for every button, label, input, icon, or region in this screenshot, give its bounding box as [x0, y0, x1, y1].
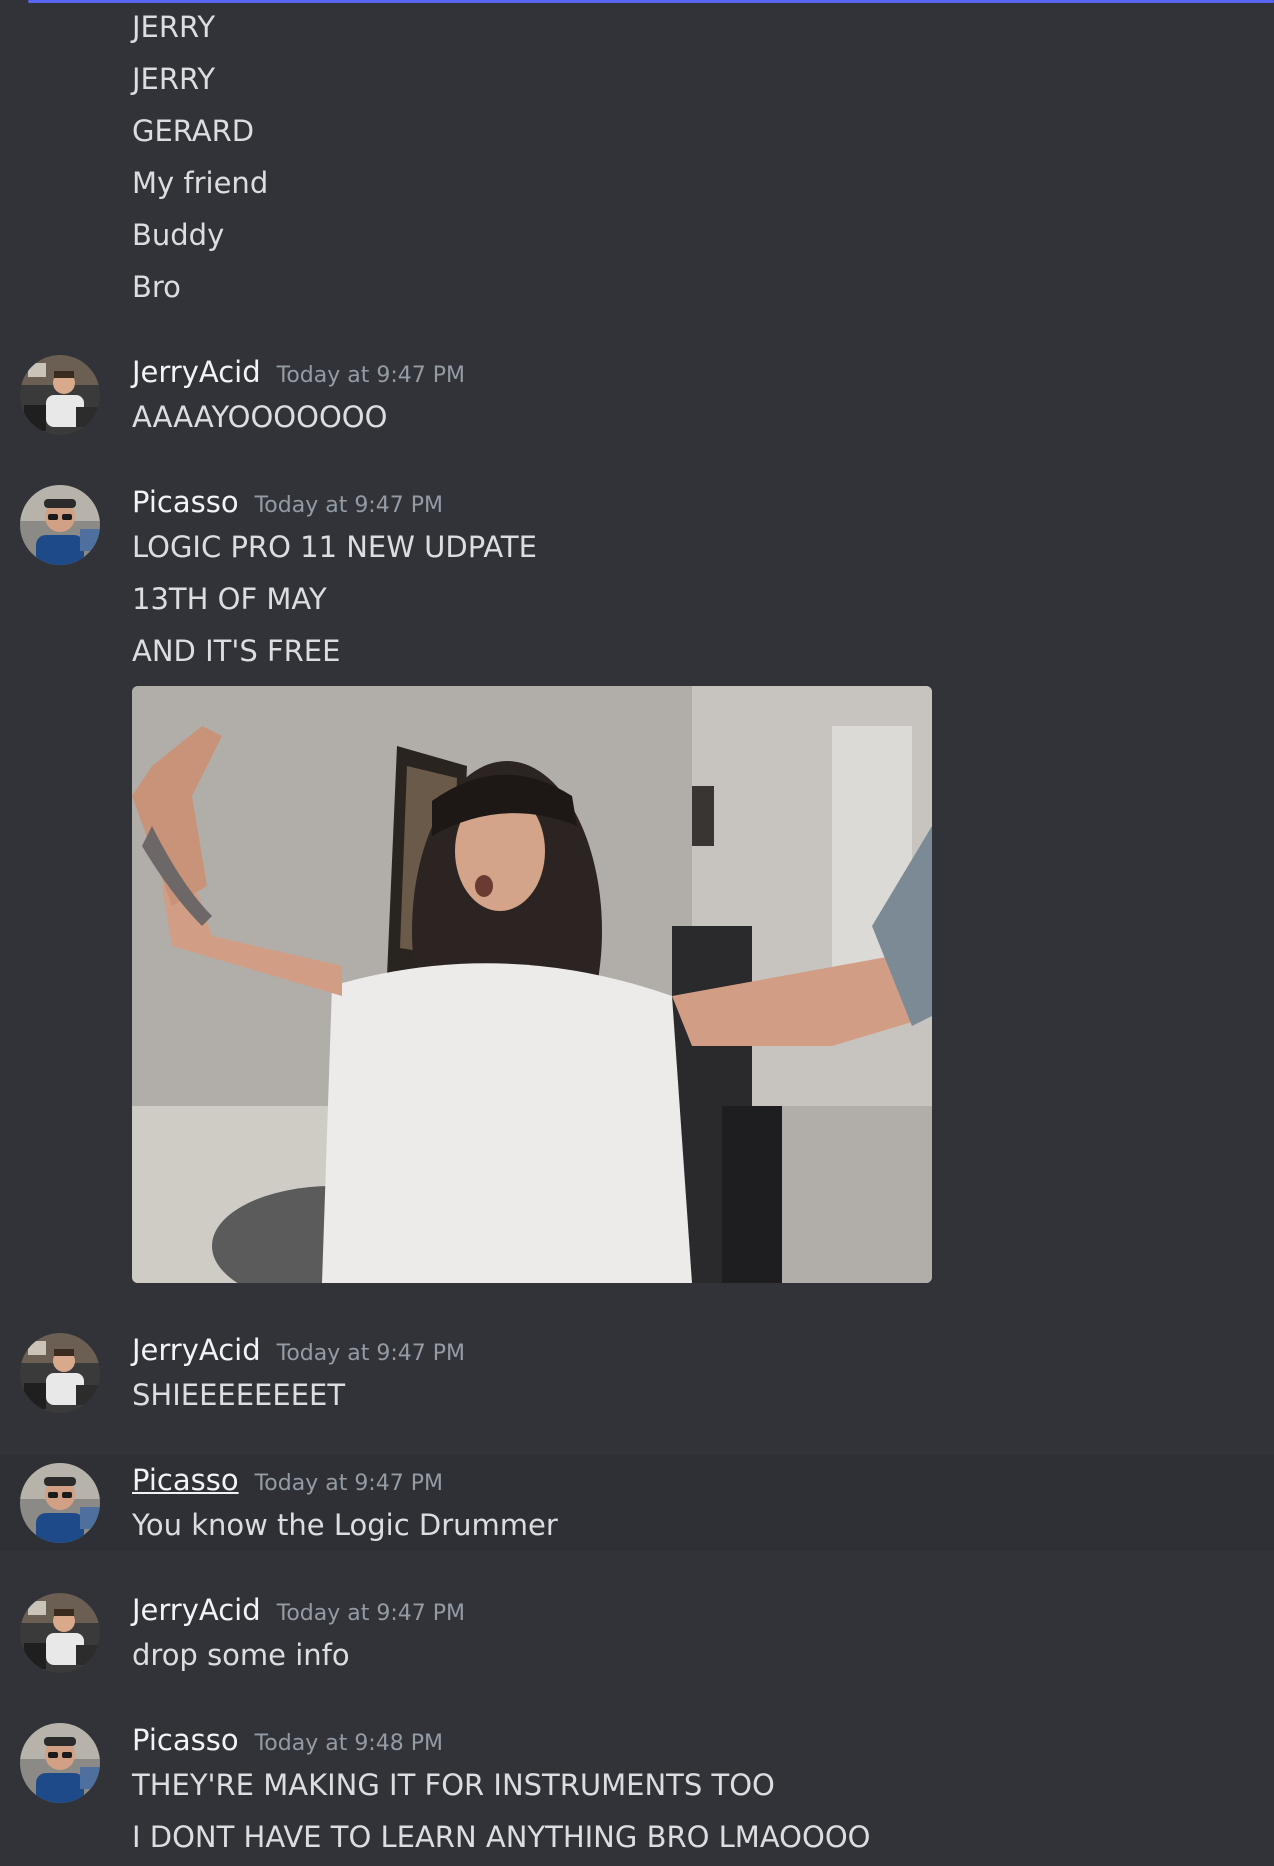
- avatar-jerryacid[interactable]: [20, 1333, 100, 1413]
- username[interactable]: JerryAcid: [132, 355, 261, 389]
- message-line: My friend: [132, 166, 269, 200]
- avatar-jerryacid[interactable]: [20, 355, 100, 435]
- username[interactable]: JerryAcid: [132, 1333, 261, 1367]
- message-line: Buddy: [132, 218, 225, 252]
- message-line: 13TH OF MAY: [132, 582, 327, 616]
- message-line: You know the Logic Drummer: [132, 1508, 558, 1542]
- gif-attachment[interactable]: [132, 686, 932, 1283]
- timestamp[interactable]: Today at 9:47 PM: [277, 1601, 465, 1626]
- avatar-picasso[interactable]: [20, 1463, 100, 1543]
- message-line: AAAAYOOOOOOO: [132, 400, 388, 434]
- message-line: LOGIC PRO 11 NEW UDPATE: [132, 530, 537, 564]
- avatar-picasso[interactable]: [20, 1723, 100, 1803]
- message-line: I DONT HAVE TO LEARN ANYTHING BRO LMAOOO…: [132, 1820, 871, 1854]
- timestamp[interactable]: Today at 9:48 PM: [255, 1731, 443, 1756]
- message-header: JerryAcid Today at 9:47 PM: [132, 1333, 465, 1371]
- timestamp[interactable]: Today at 9:47 PM: [277, 363, 465, 388]
- username[interactable]: Picasso: [132, 1463, 239, 1497]
- message-line: JERRY: [132, 10, 216, 44]
- username[interactable]: Picasso: [132, 1723, 239, 1757]
- message-header: Picasso Today at 9:48 PM: [132, 1723, 443, 1761]
- message-line: SHIEEEEEEEET: [132, 1378, 346, 1412]
- message-line: JERRY: [132, 62, 216, 96]
- message-line: AND IT'S FREE: [132, 634, 341, 668]
- message-header: Picasso Today at 9:47 PM: [132, 485, 443, 523]
- message-header: JerryAcid Today at 9:47 PM: [132, 355, 465, 393]
- username[interactable]: Picasso: [132, 485, 239, 519]
- timestamp[interactable]: Today at 9:47 PM: [277, 1341, 465, 1366]
- message-line: Bro: [132, 270, 181, 304]
- message-header: Picasso Today at 9:47 PM: [132, 1463, 443, 1501]
- message-line: THEY'RE MAKING IT FOR INSTRUMENTS TOO: [132, 1768, 775, 1802]
- message-line: drop some info: [132, 1638, 350, 1672]
- timestamp[interactable]: Today at 9:47 PM: [255, 1471, 443, 1496]
- chat-messages: JERRY JERRY GERARD My friend Buddy Bro J…: [0, 0, 1274, 1866]
- username[interactable]: JerryAcid: [132, 1593, 261, 1627]
- message-line: GERARD: [132, 114, 255, 148]
- avatar-jerryacid[interactable]: [20, 1593, 100, 1673]
- message-header: JerryAcid Today at 9:47 PM: [132, 1593, 465, 1631]
- avatar-picasso[interactable]: [20, 485, 100, 565]
- timestamp[interactable]: Today at 9:47 PM: [255, 493, 443, 518]
